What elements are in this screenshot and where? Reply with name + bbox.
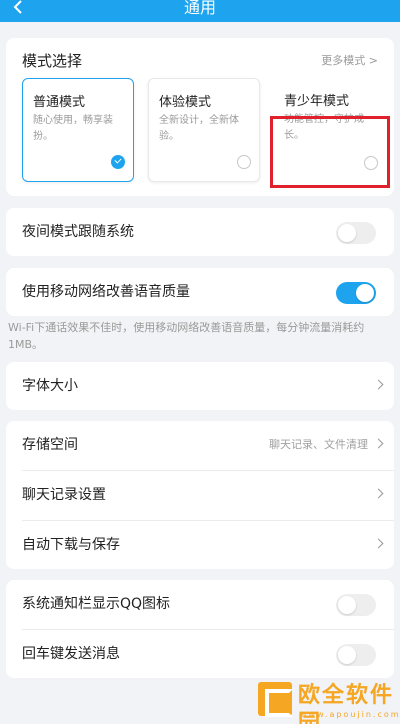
font-size-card: 字体大小: [6, 362, 394, 410]
chevron-right-icon: [373, 538, 384, 549]
enter-send-label: 回车键发送消息: [22, 646, 120, 662]
network-voice-note: Wi-Fi下通话效果不佳时，使用移动网络改善语音质量，每分钟流量消耗约1MB。: [8, 321, 365, 351]
qq-icon-toggle[interactable]: [336, 594, 376, 616]
network-voice-row[interactable]: 使用移动网络改善语音质量: [6, 268, 394, 316]
network-voice-toggle[interactable]: [336, 282, 376, 304]
network-voice-label: 使用移动网络改善语音质量: [22, 284, 190, 300]
mode-option-name: 青少年模式: [284, 94, 350, 109]
mode-heading: 模式选择: [22, 52, 83, 70]
night-mode-label: 夜间模式跟随系统: [22, 224, 134, 240]
chat-history-row[interactable]: 聊天记录设置: [6, 471, 394, 519]
auto-download-label: 自动下载与保存: [22, 537, 120, 553]
mode-option-name: 普通模式: [33, 95, 86, 110]
font-size-label: 字体大小: [22, 378, 78, 394]
radio-icon: [237, 155, 251, 169]
mode-option-normal[interactable]: 普通模式 随心使用，畅享装扮。: [22, 78, 134, 182]
font-size-row[interactable]: 字体大小: [6, 362, 394, 410]
toggle-knob: [338, 646, 356, 664]
qq-icon-row[interactable]: 系统通知栏显示QQ图标: [6, 580, 394, 628]
chevron-right-icon: [373, 438, 384, 449]
watermark: 欧全软件园 www.apoujin.com: [258, 680, 400, 724]
toggle-knob: [338, 596, 356, 614]
auto-download-row[interactable]: 自动下载与保存: [6, 521, 394, 569]
night-mode-toggle[interactable]: [336, 222, 376, 244]
toggle-knob: [338, 224, 356, 242]
chevron-right-icon: [373, 488, 384, 499]
network-voice-card: 使用移动网络改善语音质量: [6, 268, 394, 316]
highlight-box: [270, 116, 390, 188]
qq-icon-label: 系统通知栏显示QQ图标: [22, 596, 171, 612]
enter-send-row[interactable]: 回车键发送消息: [6, 630, 394, 678]
mode-option-experience[interactable]: 体验模式 全新设计，全新体验。: [148, 78, 260, 182]
storage-card: 存储空间 聊天记录、文件清理 聊天记录设置 自动下载与保存: [6, 421, 394, 569]
mode-option-desc: 随心使用，畅享装扮。: [33, 115, 113, 142]
chevron-right-icon: [373, 379, 384, 390]
checked-radio-icon: [111, 155, 125, 169]
toggle-knob: [356, 284, 374, 302]
night-mode-card: 夜间模式跟随系统: [6, 208, 394, 256]
chat-history-label: 聊天记录设置: [22, 487, 106, 503]
more-modes-link[interactable]: 更多模式 >: [321, 52, 378, 68]
storage-label: 存储空间: [22, 437, 78, 453]
top-bar: 通用: [0, 0, 400, 22]
mode-option-desc: 全新设计，全新体验。: [159, 115, 239, 142]
storage-hint: 聊天记录、文件清理: [269, 438, 368, 451]
night-mode-row[interactable]: 夜间模式跟随系统: [6, 208, 394, 256]
storage-row[interactable]: 存储空间 聊天记录、文件清理: [6, 421, 394, 469]
page-title: 通用: [183, 0, 216, 17]
notification-card: 系统通知栏显示QQ图标 回车键发送消息: [6, 580, 394, 678]
mode-option-name: 体验模式: [159, 95, 212, 110]
watermark-url: www.apoujin.com: [300, 710, 400, 719]
enter-send-toggle[interactable]: [336, 644, 376, 666]
watermark-logo-icon: [258, 682, 293, 717]
